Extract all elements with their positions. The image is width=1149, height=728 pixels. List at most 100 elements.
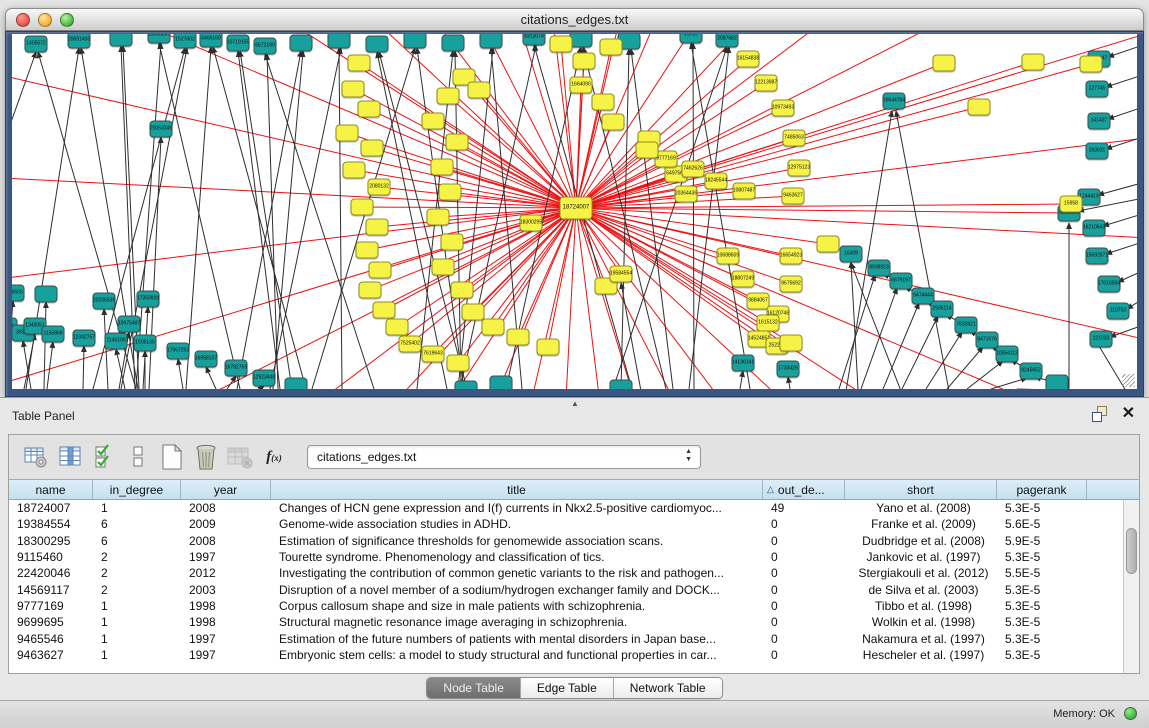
table-cell[interactable]: 5.3E-5 bbox=[997, 599, 1087, 613]
network-node[interactable]: 16409 bbox=[840, 246, 863, 263]
network-node[interactable]: 16644784 bbox=[883, 93, 906, 110]
network-node[interactable]: 16154838 bbox=[737, 51, 760, 68]
table-row[interactable]: 1938455462009Genome-wide association stu… bbox=[9, 516, 1139, 532]
table-cell[interactable]: 22420046 bbox=[9, 566, 93, 580]
network-canvas[interactable]: 1872400714055722069140610853287152760264… bbox=[12, 34, 1137, 389]
network-node[interactable]: 7525402 bbox=[399, 336, 422, 353]
network-node[interactable]: 6879197 bbox=[890, 273, 913, 290]
network-node[interactable] bbox=[336, 125, 359, 142]
network-node[interactable]: 7485063 bbox=[783, 130, 806, 147]
network-node[interactable]: 2626505 bbox=[12, 285, 25, 302]
network-node[interactable] bbox=[35, 286, 58, 303]
delete-table-button[interactable] bbox=[225, 442, 255, 472]
network-node[interactable] bbox=[356, 242, 379, 259]
network-node[interactable]: 2935114 bbox=[931, 301, 954, 318]
table-cell[interactable]: Hescheler et al. (1997) bbox=[845, 648, 997, 662]
network-node[interactable] bbox=[432, 259, 455, 276]
network-node[interactable]: 2080132 bbox=[368, 179, 391, 196]
network-node[interactable]: 17016504 bbox=[1098, 276, 1121, 293]
network-window-titlebar[interactable]: citations_edges.txt bbox=[5, 8, 1144, 31]
network-node[interactable]: 7632621 bbox=[955, 317, 978, 334]
network-node[interactable] bbox=[442, 35, 465, 52]
table-cell[interactable]: 9115460 bbox=[9, 550, 93, 564]
network-node[interactable] bbox=[933, 55, 956, 72]
table-row[interactable]: 946362711997Embryonic stem cells: a mode… bbox=[9, 647, 1139, 663]
network-node[interactable]: 6466160 bbox=[200, 34, 223, 48]
table-cell[interactable]: Estimation of the future numbers of pati… bbox=[271, 632, 763, 646]
network-node[interactable]: 1527602 bbox=[174, 34, 197, 49]
deselect-all-button[interactable] bbox=[123, 442, 153, 472]
table-cell[interactable]: 1998 bbox=[181, 615, 271, 629]
network-node[interactable]: 16782759 bbox=[225, 360, 248, 377]
network-node[interactable]: 1145190 bbox=[105, 333, 128, 350]
vertical-scrollbar[interactable] bbox=[1123, 500, 1139, 673]
network-node[interactable] bbox=[358, 101, 381, 118]
network-node[interactable]: 10807487 bbox=[733, 183, 756, 200]
column-header-in_degree[interactable]: in_degree bbox=[93, 480, 181, 499]
network-node[interactable]: 14136141 bbox=[732, 355, 755, 372]
table-cell[interactable]: Tibbo et al. (1998) bbox=[845, 599, 997, 613]
table-cell[interactable]: 5.9E-5 bbox=[997, 534, 1087, 548]
table-row[interactable]: 1456911722003Disruption of a novel membe… bbox=[9, 581, 1139, 597]
network-node[interactable]: 10853287 bbox=[148, 34, 171, 44]
table-cell[interactable]: 6 bbox=[93, 534, 181, 548]
table-cell[interactable]: 2008 bbox=[181, 534, 271, 548]
table-cell[interactable]: Genome-wide association studies in ADHD. bbox=[271, 517, 763, 531]
network-node[interactable] bbox=[507, 329, 530, 346]
table-selector-dropdown[interactable]: citations_edges.txt ▲▼ bbox=[307, 445, 701, 469]
network-node[interactable] bbox=[110, 34, 133, 47]
network-node[interactable] bbox=[290, 35, 313, 52]
network-node[interactable]: 6672190 bbox=[254, 38, 277, 55]
table-cell[interactable]: 1997 bbox=[181, 632, 271, 646]
table-cell[interactable]: 9463627 bbox=[9, 648, 93, 662]
network-node[interactable]: 9245652 bbox=[1020, 363, 1043, 380]
table-cell[interactable]: 5.3E-5 bbox=[997, 583, 1087, 597]
network-node[interactable] bbox=[468, 82, 491, 99]
table-cell[interactable]: 1 bbox=[93, 501, 181, 515]
select-all-button[interactable] bbox=[89, 442, 119, 472]
network-node[interactable]: 19584554 bbox=[610, 266, 633, 283]
memory-status-icon[interactable] bbox=[1124, 707, 1137, 720]
network-node[interactable]: 127745 bbox=[1086, 81, 1109, 98]
network-node[interactable] bbox=[431, 159, 454, 176]
table-cell[interactable]: Franke et al. (2009) bbox=[845, 517, 997, 531]
network-node[interactable] bbox=[573, 53, 596, 70]
network-node[interactable] bbox=[386, 319, 409, 336]
network-node[interactable]: 18724007 bbox=[560, 197, 593, 220]
network-node[interactable]: 16958107 bbox=[195, 351, 218, 368]
table-cell[interactable]: 2 bbox=[93, 583, 181, 597]
network-node[interactable] bbox=[446, 134, 469, 151]
table-cell[interactable]: 1 bbox=[93, 632, 181, 646]
network-node[interactable] bbox=[636, 142, 659, 159]
table-cell[interactable]: Structural magnetic resonance image aver… bbox=[271, 615, 763, 629]
network-node[interactable]: 9463627 bbox=[782, 188, 805, 205]
new-column-button[interactable] bbox=[157, 442, 187, 472]
show-columns-button[interactable] bbox=[55, 442, 85, 472]
close-window-icon[interactable] bbox=[16, 13, 30, 27]
table-cell[interactable]: 1998 bbox=[181, 599, 271, 613]
network-node[interactable] bbox=[361, 140, 384, 157]
function-builder-button[interactable]: f(x) bbox=[259, 442, 289, 472]
table-cell[interactable]: 14569117 bbox=[9, 583, 93, 597]
network-node[interactable] bbox=[550, 36, 573, 53]
network-node[interactable] bbox=[592, 94, 615, 111]
network-node[interactable] bbox=[422, 113, 445, 130]
table-cell[interactable]: 9465546 bbox=[9, 632, 93, 646]
table-cell[interactable]: 5.6E-5 bbox=[997, 517, 1087, 531]
column-header-year[interactable]: year bbox=[181, 480, 271, 499]
table-cell[interactable]: Estimation of significance thresholds fo… bbox=[271, 534, 763, 548]
scrollbar-thumb[interactable] bbox=[1126, 528, 1137, 574]
table-cell[interactable]: 1 bbox=[93, 648, 181, 662]
table-cell[interactable]: 0 bbox=[763, 550, 845, 564]
network-node[interactable] bbox=[462, 304, 485, 321]
network-node[interactable]: 10654112 bbox=[996, 346, 1019, 363]
float-panel-icon[interactable] bbox=[1092, 406, 1108, 422]
table-cell[interactable]: 2 bbox=[93, 550, 181, 564]
network-node[interactable]: 12923448 bbox=[253, 370, 276, 387]
network-node[interactable] bbox=[1046, 375, 1069, 390]
table-cell[interactable]: Tourette syndrome. Phenomenology and cla… bbox=[271, 550, 763, 564]
table-cell[interactable]: 0 bbox=[763, 599, 845, 613]
table-cell[interactable]: 5.5E-5 bbox=[997, 566, 1087, 580]
table-row[interactable]: 2242004622012Investigating the contribut… bbox=[9, 565, 1139, 581]
network-node[interactable] bbox=[817, 236, 840, 253]
